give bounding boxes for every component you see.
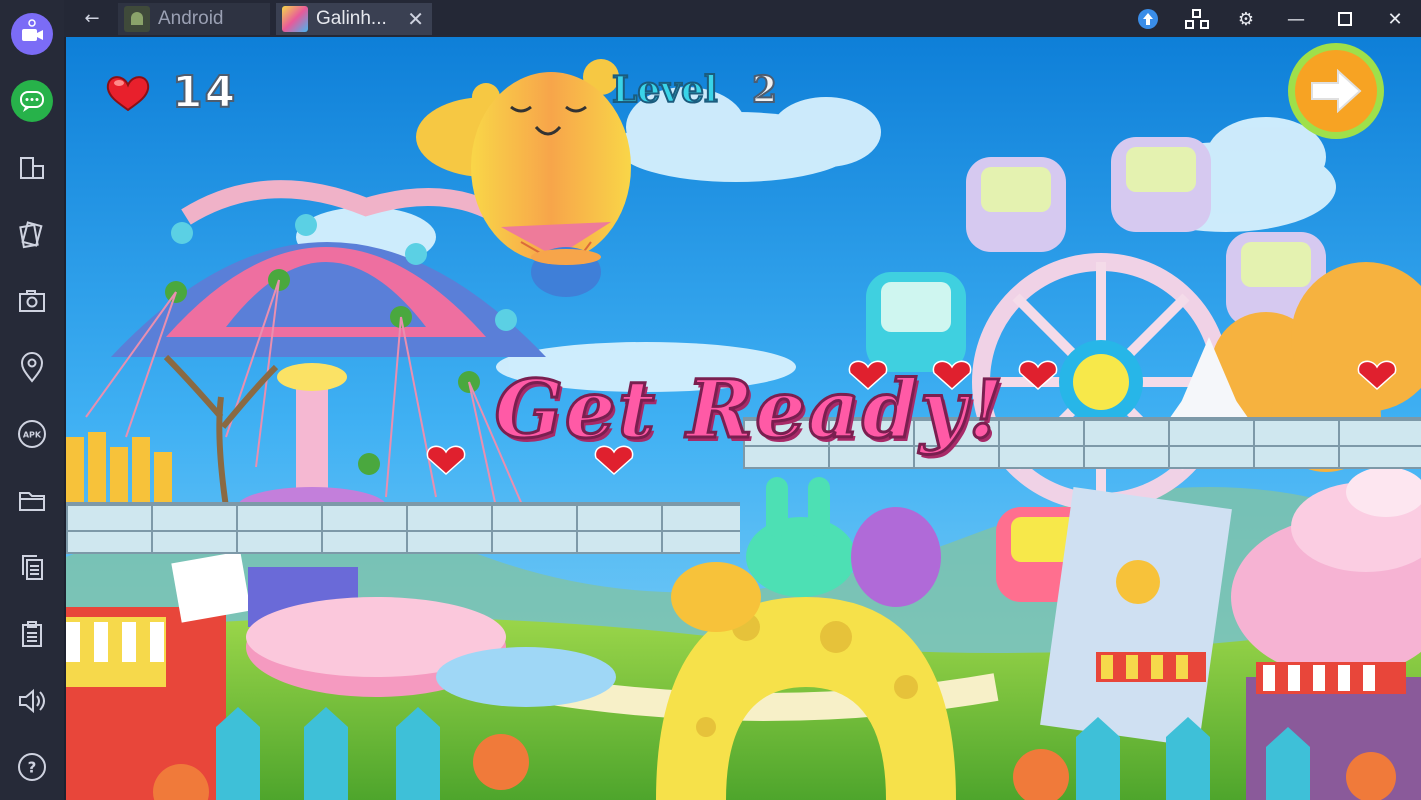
back-arrow-icon[interactable]: ← <box>78 6 106 32</box>
help-label: ? <box>28 759 37 777</box>
game-viewport[interactable]: 14 Level 2 Get Ready! <box>66 37 1421 800</box>
tab-android[interactable]: Android <box>118 3 270 35</box>
multi-instance-icon[interactable] <box>1183 5 1211 33</box>
maximize-icon[interactable] <box>1331 5 1359 33</box>
help-icon[interactable]: ? <box>10 745 54 789</box>
tab-game[interactable]: Galinh... ✕ <box>276 3 432 35</box>
location-icon[interactable] <box>10 345 54 389</box>
screenshot-icon[interactable] <box>10 279 54 323</box>
copy-icon[interactable] <box>10 545 54 589</box>
heart-icon <box>106 76 150 111</box>
video-call-icon[interactable] <box>10 12 54 56</box>
sidebar: APK ? <box>0 0 64 800</box>
arrow-right-icon <box>1295 50 1377 132</box>
minimize-icon[interactable]: — <box>1282 5 1310 33</box>
close-icon[interactable]: ✕ <box>1381 5 1409 33</box>
paste-icon[interactable] <box>10 612 54 656</box>
next-button[interactable] <box>1288 43 1384 139</box>
apk-icon[interactable]: APK <box>10 412 54 456</box>
volume-icon[interactable] <box>10 679 54 723</box>
gear-icon[interactable]: ⚙ <box>1232 5 1260 33</box>
tab-game-label: Galinh... <box>316 8 387 29</box>
apk-label: APK <box>23 431 42 440</box>
folder-icon[interactable] <box>10 479 54 523</box>
get-ready-banner: Get Ready! <box>493 361 1006 458</box>
tab-close-icon[interactable]: ✕ <box>407 7 424 32</box>
android-icon <box>124 6 150 32</box>
chat-icon[interactable] <box>10 79 54 123</box>
tab-android-label: Android <box>158 8 224 29</box>
shake-icon[interactable] <box>10 212 54 256</box>
level-number: 2 <box>751 68 778 112</box>
game-app-icon <box>282 6 308 32</box>
lives-count: 14 <box>171 66 238 119</box>
title-bar: ← Android Galinh... ✕ ⚙ — ✕ <box>0 0 1421 37</box>
level-label: Level <box>611 68 719 112</box>
upload-icon[interactable] <box>1134 5 1162 33</box>
brick-platform-left <box>66 502 740 554</box>
rotate-screen-icon[interactable] <box>10 146 54 190</box>
